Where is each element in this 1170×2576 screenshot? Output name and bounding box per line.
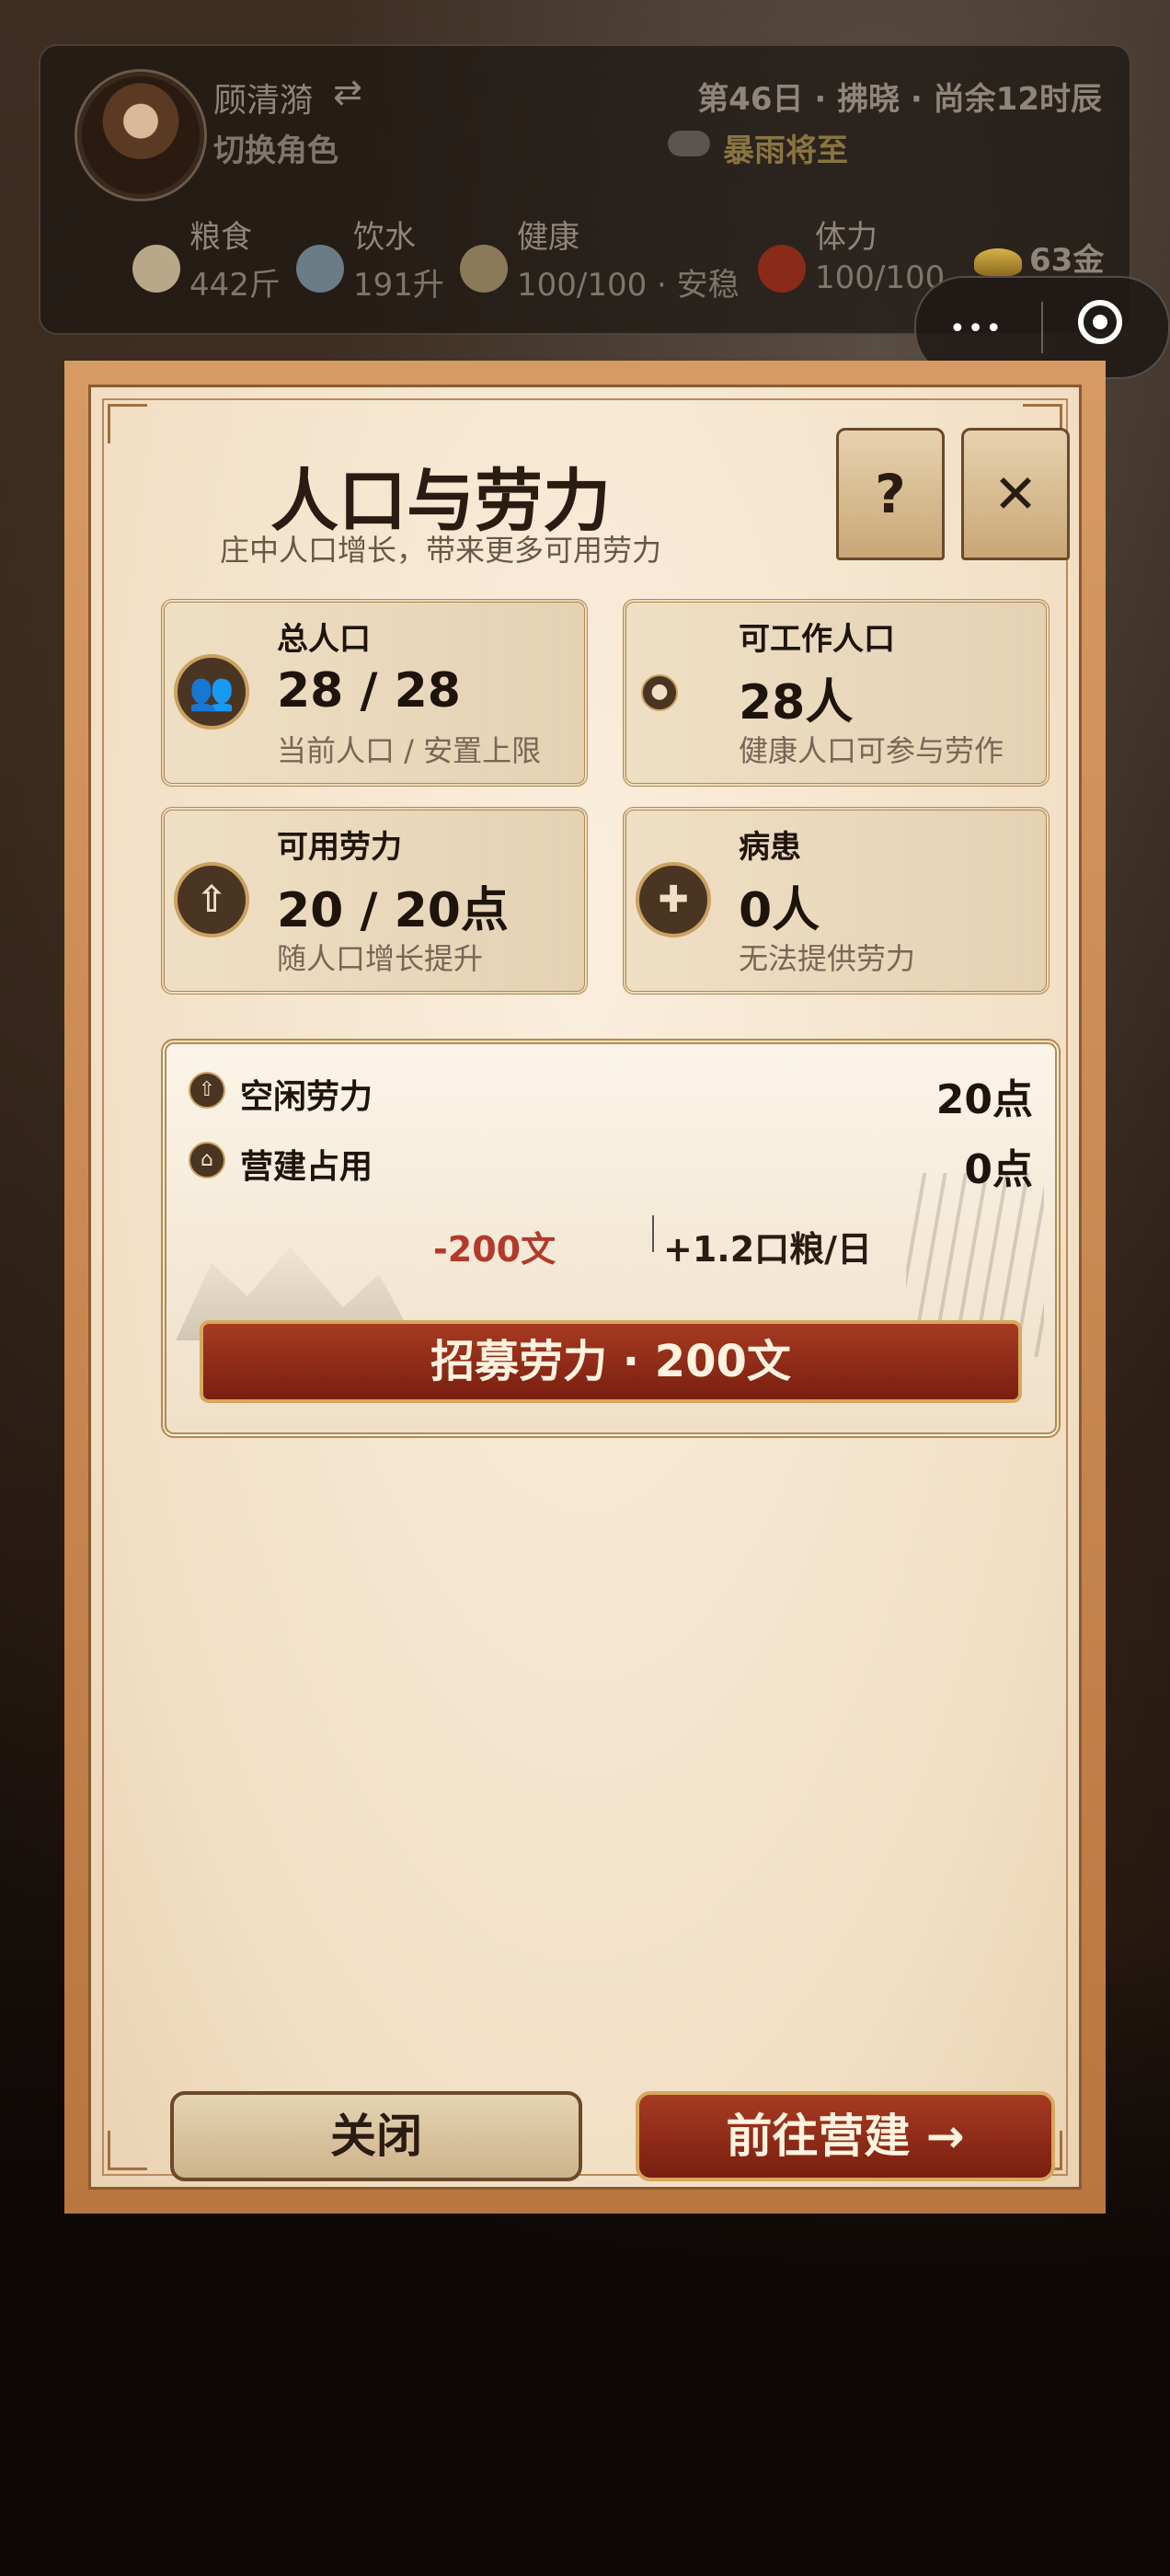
resource-label: 饮水 <box>353 219 416 256</box>
stat-description: 当前人口 / 安置上限 <box>277 733 542 768</box>
resource-label: 体力 <box>815 219 878 256</box>
gold-counter: 63金 <box>974 235 1104 280</box>
cloud-icon <box>668 131 710 156</box>
population-dialog: 人口与劳力 庄中人口增长，带来更多可用劳力 ? ✕ 👥 总人口 28 / 28 … <box>64 361 1106 2214</box>
corner-ornament <box>108 404 147 443</box>
stat-label: 可工作人口 <box>739 621 895 658</box>
stat-value: 28人 <box>739 675 854 730</box>
stat-patients: ✚ 病患 0人 无法提供劳力 <box>623 807 1050 995</box>
gold-value: 63金 <box>1029 242 1105 279</box>
stat-value: 0人 <box>739 883 820 938</box>
labor-panel: ⇧ 空闲劳力 20点 ⌂ 营建占用 0点 -200文 +1.2口粮/日 招募劳力… <box>161 1039 1061 1438</box>
stat-value: 28 / 28 <box>277 663 461 719</box>
grain-icon <box>132 245 180 293</box>
resource-value: 442斤 <box>189 267 281 304</box>
dialog-paper: 人口与劳力 庄中人口增长，带来更多可用劳力 ? ✕ 👥 总人口 28 / 28 … <box>88 385 1082 2190</box>
stat-description: 随人口增长提升 <box>277 941 484 976</box>
idle-labor-row: ⇧ 空闲劳力 20点 <box>189 1063 1033 1123</box>
stat-working-population: ● 可工作人口 28人 健康人口可参与劳作 <box>623 599 1050 787</box>
recruit-cost: -200文 <box>433 1229 556 1270</box>
corner-ornament <box>108 2131 147 2170</box>
villagers-icon: 👥 <box>174 654 249 730</box>
resource-value: 100/100 · 安稳 <box>517 267 740 304</box>
recruit-upkeep: +1.2口粮/日 <box>663 1229 873 1270</box>
worker-icon: ● <box>641 674 678 711</box>
idle-labor-value: 20点 <box>935 1076 1033 1123</box>
gold-ingot-icon <box>974 247 1022 276</box>
herb-icon <box>460 245 508 293</box>
dialog-subtitle: 庄中人口增长，带来更多可用劳力 <box>219 533 661 568</box>
swap-icon[interactable]: ⇄ <box>333 72 362 112</box>
stat-label: 病患 <box>739 829 801 866</box>
close-button[interactable]: 关闭 <box>170 2091 582 2181</box>
stat-label: 可用劳力 <box>277 829 402 866</box>
water-drop-icon <box>296 245 344 293</box>
resource-value: 100/100 <box>815 259 946 296</box>
stamina-icon <box>758 245 806 293</box>
exit-target-icon[interactable] <box>1078 300 1122 344</box>
resource-value: 191升 <box>353 267 444 304</box>
stat-available-labor: ⇧ 可用劳力 20 / 20点 随人口增长提升 <box>161 807 588 995</box>
labor-up-icon: ⇧ <box>174 862 249 937</box>
resource-label: 健康 <box>517 219 579 256</box>
idle-labor-label: 空闲劳力 <box>240 1078 373 1116</box>
stat-total-population: 👥 总人口 28 / 28 当前人口 / 安置上限 <box>161 599 588 787</box>
avatar[interactable] <box>77 72 204 199</box>
construction-labor-value: 0点 <box>964 1146 1033 1193</box>
help-button[interactable]: ? <box>836 428 945 560</box>
resource-label: 粮食 <box>189 219 252 256</box>
construction-labor-label: 营建占用 <box>240 1148 373 1186</box>
labor-up-icon: ⇧ <box>189 1072 225 1109</box>
patient-icon: ✚ <box>636 862 711 937</box>
close-x-button[interactable]: ✕ <box>961 428 1070 560</box>
day-time-info: 第46日 · 拂晓 · 尚余12时辰 <box>697 81 1102 118</box>
capsule-divider <box>1041 302 1043 353</box>
construction-labor-row: ⌂ 营建占用 0点 <box>189 1133 1033 1193</box>
weather-label: 暴雨将至 <box>723 132 848 169</box>
more-menu-icon[interactable]: ••• <box>949 313 1004 345</box>
stat-label: 总人口 <box>277 621 371 658</box>
character-name: 顾清漪 <box>213 82 314 120</box>
construction-icon: ⌂ <box>189 1142 225 1179</box>
go-to-construction-button[interactable]: 前往营建 → <box>636 2091 1055 2181</box>
stat-description: 健康人口可参与劳作 <box>739 733 1004 768</box>
switch-character-link[interactable]: 切换角色 <box>213 125 338 170</box>
recruit-labor-button[interactable]: 招募劳力 · 200文 <box>200 1320 1022 1403</box>
stat-value: 20 / 20点 <box>277 883 509 938</box>
cost-divider <box>652 1215 654 1252</box>
stat-description: 无法提供劳力 <box>739 941 916 976</box>
